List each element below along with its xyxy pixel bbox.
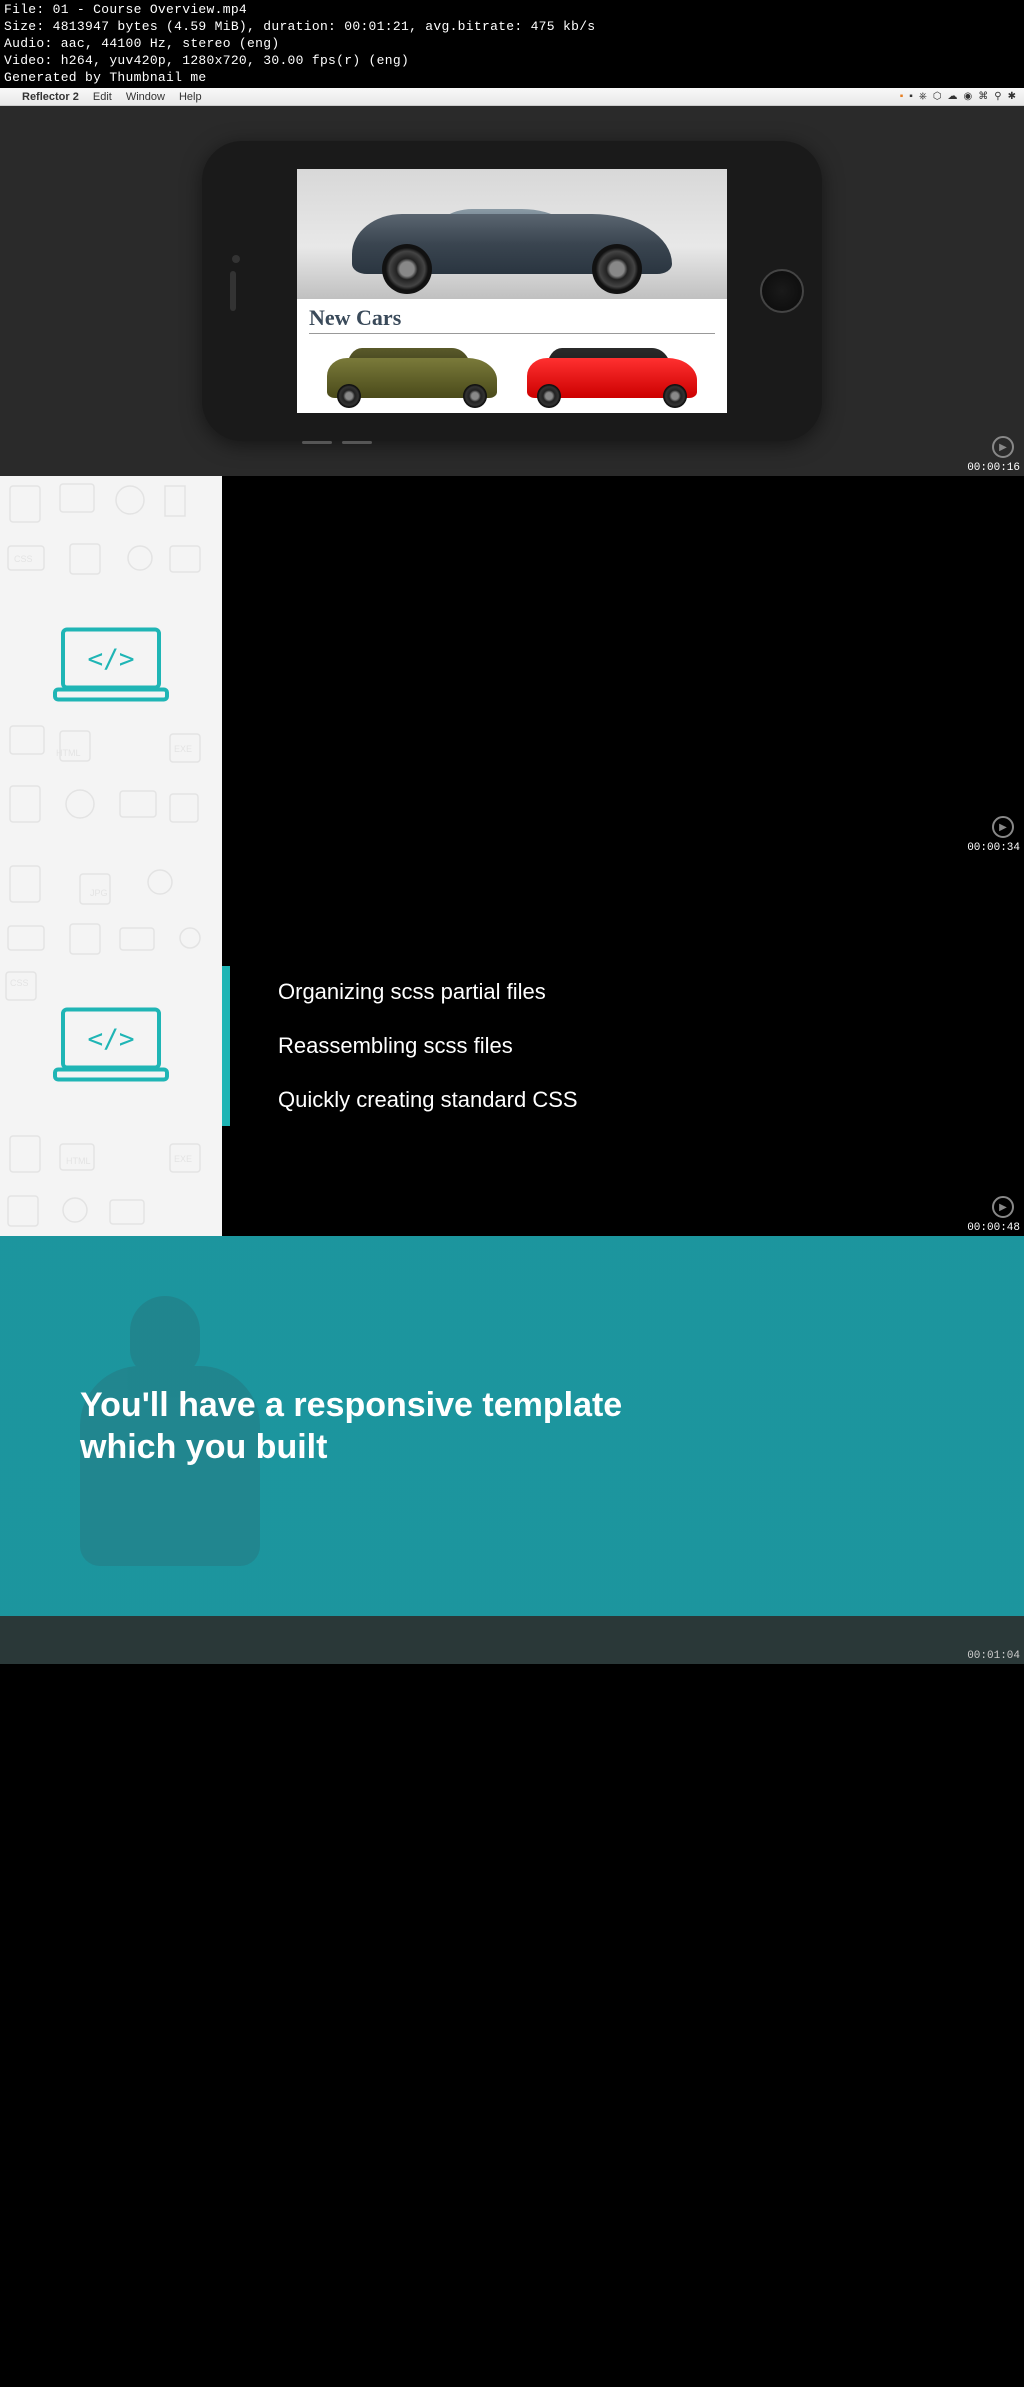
car-red-sports	[517, 338, 707, 408]
bullet-2: Reassembling scss files	[278, 1033, 1024, 1059]
car-row	[309, 338, 715, 408]
dropbox-icon[interactable]: ⬡	[933, 91, 942, 102]
size-line: Size: 4813947 bytes (4.59 MiB), duration…	[4, 19, 1020, 36]
video-metadata: File: 01 - Course Overview.mp4 Size: 481…	[0, 0, 1024, 88]
svg-text:EXE: EXE	[174, 1154, 192, 1164]
new-cars-heading: New Cars	[309, 305, 715, 331]
play-icon[interactable]: ▶	[992, 436, 1014, 458]
status-icon[interactable]: ⎈	[919, 91, 927, 102]
bullet-3: Quickly creating standard CSS	[278, 1087, 1024, 1113]
slide-left-pattern: JPG CSS HTML EXE </>	[0, 856, 222, 1236]
car-olive-sedan	[317, 338, 507, 408]
timestamp-label: 00:00:48	[967, 1222, 1020, 1234]
generated-line: Generated by Thumbnail me	[4, 70, 1020, 87]
mac-menubar: Reflector 2 Edit Window Help ▪ ▪ ⎈ ⬡ ☁ ◉…	[0, 88, 1024, 106]
slide-content: Organizing scss partial files Reassembli…	[222, 856, 1024, 1236]
menu-window[interactable]: Window	[126, 91, 165, 103]
thumbnail-frame-3: JPG CSS HTML EXE </> Organizing scss part…	[0, 856, 1024, 1236]
svg-text:EXE: EXE	[174, 744, 192, 754]
laptop-code-icon: </>	[51, 624, 171, 709]
accent-bar	[222, 966, 230, 1126]
file-line: File: 01 - Course Overview.mp4	[4, 2, 1020, 19]
mac-status-icons: ▪ ▪ ⎈ ⬡ ☁ ◉ ⌘ ⚲ ✱	[900, 91, 1016, 102]
svg-text:HTML: HTML	[66, 1156, 91, 1166]
status-icon[interactable]: ⚲	[994, 91, 1001, 102]
timestamp-label: 00:00:16	[967, 462, 1020, 474]
menu-edit[interactable]: Edit	[93, 91, 112, 103]
iphone-camera	[232, 255, 240, 263]
svg-text:JPG: JPG	[90, 888, 108, 898]
svg-text:</>: </>	[88, 1025, 135, 1055]
slide-right-black	[222, 476, 1024, 856]
status-icon[interactable]: ✱	[1008, 91, 1016, 102]
svg-text:CSS: CSS	[10, 978, 29, 988]
app-name[interactable]: Reflector 2	[22, 91, 79, 103]
svg-text:CSS: CSS	[14, 554, 33, 564]
status-icon[interactable]: ▪	[900, 91, 904, 102]
iphone-volume-button	[342, 441, 372, 444]
bullet-1: Organizing scss partial files	[278, 979, 1024, 1005]
timestamp-label: 00:01:04	[967, 1650, 1020, 1662]
status-icon[interactable]: ▪	[909, 91, 913, 102]
bottom-bar: 00:01:04	[0, 1616, 1024, 1664]
audio-line: Audio: aac, 44100 Hz, stereo (eng)	[4, 36, 1020, 53]
divider	[309, 333, 715, 334]
svg-text:</>: </>	[88, 645, 135, 675]
iphone-volume-button	[302, 441, 332, 444]
iphone-mockup: New Cars	[202, 141, 822, 441]
wifi-icon[interactable]: ◉	[964, 91, 973, 102]
thumbnail-frame-2: CSS HTMLEXE </> ▶ 00:00:34	[0, 476, 1024, 856]
thumbnail-frame-1: New Cars	[0, 106, 1024, 476]
iphone-home-button[interactable]	[760, 269, 804, 313]
bluetooth-icon[interactable]: ⌘	[978, 91, 988, 102]
laptop-code-icon: </>	[51, 1004, 171, 1089]
hero-car-image	[297, 169, 727, 299]
new-cars-section: New Cars	[297, 299, 727, 410]
menu-help[interactable]: Help	[179, 91, 202, 103]
cloud-icon[interactable]: ☁	[948, 91, 958, 102]
iphone-speaker	[230, 271, 236, 311]
iphone-screen: New Cars	[297, 169, 727, 413]
video-line: Video: h264, yuv420p, 1280x720, 30.00 fp…	[4, 53, 1020, 70]
thumbnail-frame-4: You'll have a responsive template which …	[0, 1236, 1024, 1616]
slide-headline: You'll have a responsive template which …	[80, 1384, 680, 1469]
slide-left-pattern: CSS HTMLEXE </>	[0, 476, 222, 856]
timestamp-label: 00:00:34	[967, 842, 1020, 854]
